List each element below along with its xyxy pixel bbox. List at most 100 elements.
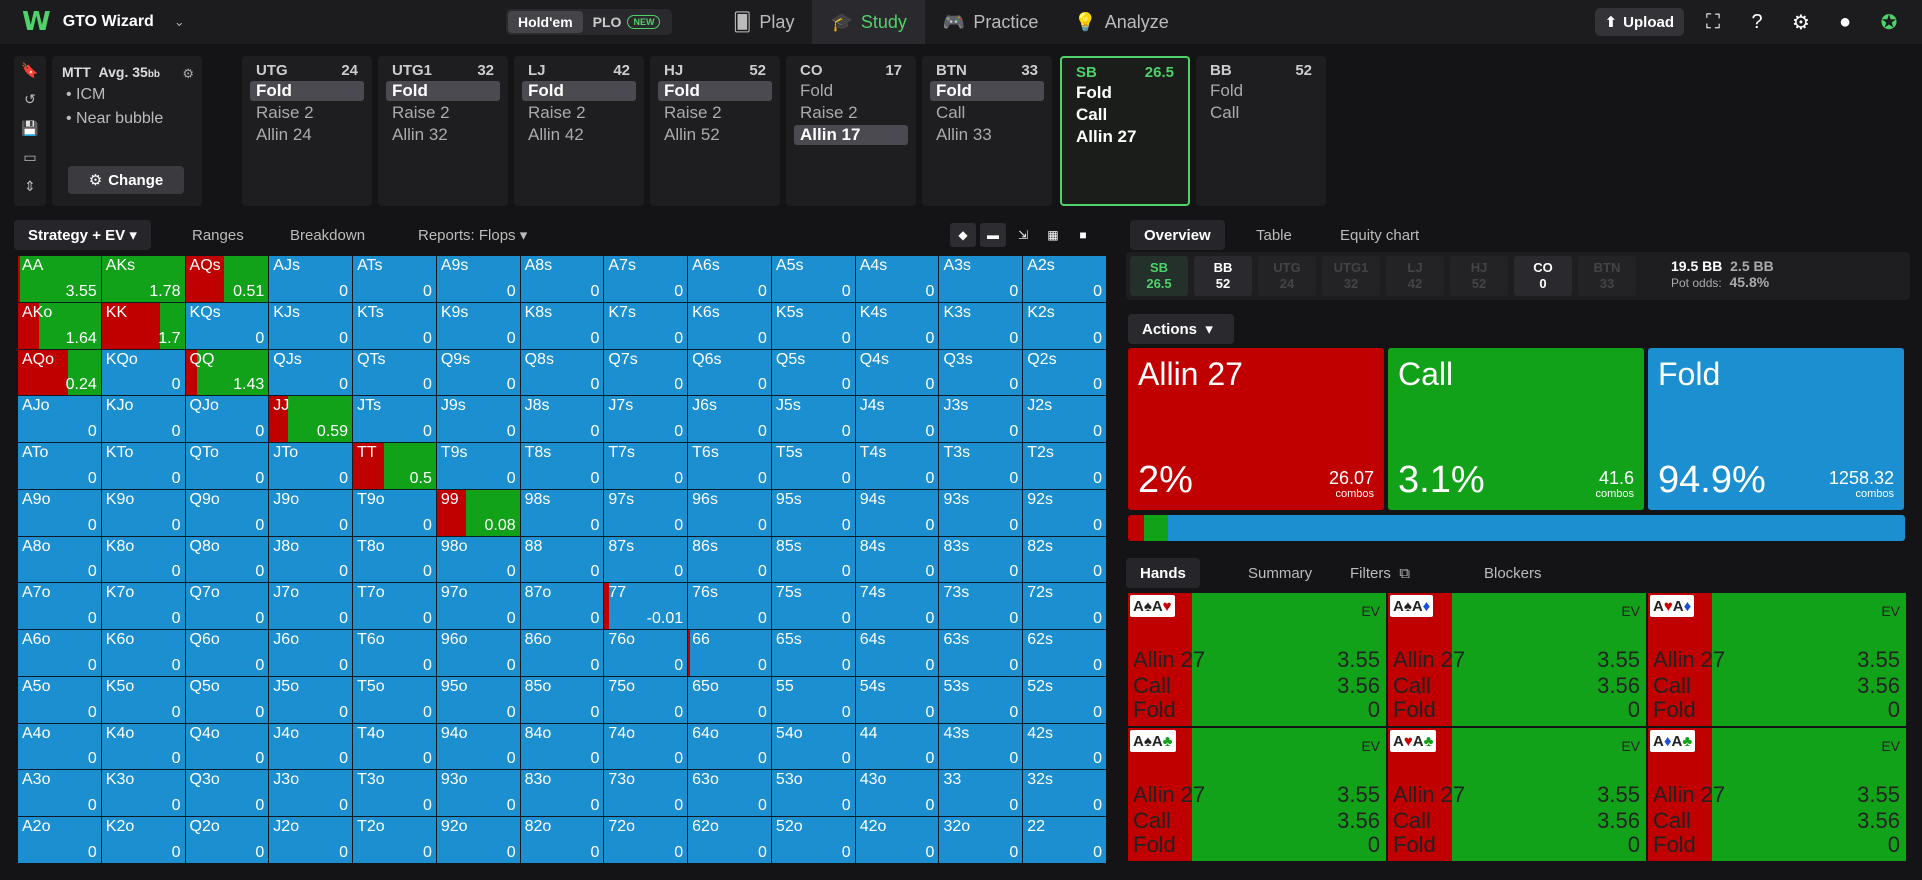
hand-cell[interactable]: K3o 0: [101, 770, 185, 817]
hand-cell[interactable]: 97o 0: [436, 583, 520, 630]
hand-cell[interactable]: 72o 0: [604, 817, 688, 863]
hand-cell[interactable]: 98s 0: [520, 489, 604, 536]
hand-cell[interactable]: Q4s 0: [855, 349, 939, 396]
seat-action[interactable]: Raise 2: [522, 103, 636, 123]
tab-filters[interactable]: Filters ⧉: [1336, 558, 1424, 588]
hand-cell[interactable]: 42o 0: [855, 817, 939, 863]
hand-cell[interactable]: K3s 0: [939, 302, 1023, 349]
hand-cell[interactable]: Q2s 0: [1023, 349, 1106, 396]
position-lj[interactable]: LJ 42: [1386, 256, 1444, 296]
seat-action[interactable]: Raise 2: [658, 103, 772, 123]
full-view-icon[interactable]: ■: [1070, 223, 1096, 247]
hand-cell[interactable]: J4o 0: [269, 723, 353, 770]
hand-cell[interactable]: T8o 0: [353, 536, 436, 583]
change-button[interactable]: ⚙ Change: [68, 166, 184, 194]
hand-cell[interactable]: Q7o 0: [185, 583, 269, 630]
action-box-fold[interactable]: Fold 94.9% 1258.32 combos: [1648, 348, 1904, 510]
hand-cell[interactable]: A6o 0: [18, 630, 101, 676]
tab-breakdown[interactable]: Breakdown: [276, 220, 379, 250]
hand-cell[interactable]: KJo 0: [101, 396, 185, 443]
hand-cell[interactable]: A5o 0: [18, 676, 101, 723]
hand-cell[interactable]: 44 0: [855, 723, 939, 770]
hand-cell[interactable]: 55 0: [771, 676, 855, 723]
seat-action[interactable]: Raise 2: [250, 103, 364, 123]
seat-action[interactable]: Fold: [930, 81, 1044, 101]
tab-blockers[interactable]: Blockers: [1470, 558, 1556, 588]
hand-cell[interactable]: Q8s 0: [520, 349, 604, 396]
seat-co[interactable]: CO 17 Fold Raise 2 Allin 17: [786, 56, 916, 206]
hand-cell[interactable]: 43s 0: [939, 723, 1023, 770]
hand-cell[interactable]: 98o 0: [436, 536, 520, 583]
hand-combo-card[interactable]: A ♦ A ♣ EV Allin 27 3.55 Call 3.56 Fold 0: [1648, 728, 1906, 861]
hand-cell[interactable]: T4s 0: [855, 443, 939, 489]
hand-cell[interactable]: A2s 0: [1023, 256, 1106, 302]
hand-cell[interactable]: 88 0: [520, 536, 604, 583]
seat-action[interactable]: Allin 24: [250, 125, 364, 145]
tab-strategy-ev[interactable]: Strategy + EV ▾: [14, 220, 151, 250]
upload-button[interactable]: ⬆ Upload: [1594, 8, 1684, 36]
holdem-toggle[interactable]: Hold'em: [508, 11, 583, 33]
hand-cell[interactable]: T6s 0: [688, 443, 771, 489]
hand-cell[interactable]: T9s 0: [436, 443, 520, 489]
plo-toggle[interactable]: PLO NEW: [583, 11, 671, 33]
hand-cell[interactable]: T2o 0: [353, 817, 436, 863]
hand-cell[interactable]: KQs 0: [185, 302, 269, 349]
hand-cell[interactable]: TT 0.5: [353, 443, 436, 489]
hand-cell[interactable]: 54s 0: [855, 676, 939, 723]
hand-cell[interactable]: 97s 0: [604, 489, 688, 536]
hand-combo-card[interactable]: A ♠ A ♣ EV Allin 27 3.55 Call 3.56 Fold 0: [1128, 728, 1386, 861]
hand-cell[interactable]: ATo 0: [18, 443, 101, 489]
hand-cell[interactable]: QTs 0: [353, 349, 436, 396]
action-box-call[interactable]: Call 3.1% 41.6 combos: [1388, 348, 1644, 510]
hand-cell[interactable]: K5o 0: [101, 676, 185, 723]
position-bb[interactable]: BB 52: [1194, 256, 1252, 296]
hand-cell[interactable]: K9s 0: [436, 302, 520, 349]
hand-combo-card[interactable]: A ♥ A ♣ EV Allin 27 3.55 Call 3.56 Fold 0: [1388, 728, 1646, 861]
hand-cell[interactable]: 92o 0: [436, 817, 520, 863]
tab-equity-chart[interactable]: Equity chart: [1326, 220, 1433, 250]
hand-cell[interactable]: K7s 0: [604, 302, 688, 349]
bookmark-icon[interactable]: 🔖: [14, 56, 46, 85]
hand-cell[interactable]: Q6o 0: [185, 630, 269, 676]
hand-cell[interactable]: T6o 0: [353, 630, 436, 676]
wizard-badge-icon[interactable]: ✪: [1874, 7, 1904, 37]
hand-cell[interactable]: A2o 0: [18, 817, 101, 863]
hand-cell[interactable]: T8s 0: [520, 443, 604, 489]
hand-cell[interactable]: T2s 0: [1023, 443, 1106, 489]
hand-cell[interactable]: 82s 0: [1023, 536, 1106, 583]
position-utg1[interactable]: UTG1 32: [1322, 256, 1380, 296]
hand-cell[interactable]: AA 3.55: [18, 256, 101, 302]
settings-small-icon[interactable]: ⚙: [182, 66, 194, 82]
hand-cell[interactable]: K8s 0: [520, 302, 604, 349]
hand-cell[interactable]: J6s 0: [688, 396, 771, 443]
hand-cell[interactable]: 84o 0: [520, 723, 604, 770]
hand-cell[interactable]: 65s 0: [771, 630, 855, 676]
seat-action[interactable]: Fold: [1070, 83, 1180, 103]
user-icon[interactable]: ●: [1830, 7, 1860, 37]
hand-cell[interactable]: J3s 0: [939, 396, 1023, 443]
hand-cell[interactable]: K6o 0: [101, 630, 185, 676]
hand-cell[interactable]: 33 0: [939, 770, 1023, 817]
logo[interactable]: W GTO Wizard ⌄: [22, 7, 185, 37]
hand-combo-card[interactable]: A ♥ A ♦ EV Allin 27 3.55 Call 3.56 Fold 0: [1648, 593, 1906, 726]
hand-cell[interactable]: 22 0: [1023, 817, 1106, 863]
hand-cell[interactable]: 75s 0: [771, 583, 855, 630]
expand-icon[interactable]: ⇕: [14, 172, 46, 201]
seat-action[interactable]: Allin 27: [1070, 127, 1180, 147]
hand-cell[interactable]: 74o 0: [604, 723, 688, 770]
tab-reports-flops[interactable]: Reports: Flops ▾: [404, 220, 541, 250]
hand-cell[interactable]: 72s 0: [1023, 583, 1106, 630]
hand-cell[interactable]: QJs 0: [269, 349, 353, 396]
hand-cell[interactable]: KTo 0: [101, 443, 185, 489]
seat-action[interactable]: Raise 2: [386, 103, 500, 123]
hand-cell[interactable]: QJo 0: [185, 396, 269, 443]
hand-cell[interactable]: J2o 0: [269, 817, 353, 863]
nav-analyze[interactable]: 💡 Analyze: [1056, 0, 1186, 44]
hand-cell[interactable]: KTs 0: [353, 302, 436, 349]
hand-cell[interactable]: A8o 0: [18, 536, 101, 583]
hand-cell[interactable]: 32o 0: [939, 817, 1023, 863]
hand-cell[interactable]: 64s 0: [855, 630, 939, 676]
hand-cell[interactable]: JTo 0: [269, 443, 353, 489]
hand-cell[interactable]: J8s 0: [520, 396, 604, 443]
hand-cell[interactable]: A5s 0: [771, 256, 855, 302]
